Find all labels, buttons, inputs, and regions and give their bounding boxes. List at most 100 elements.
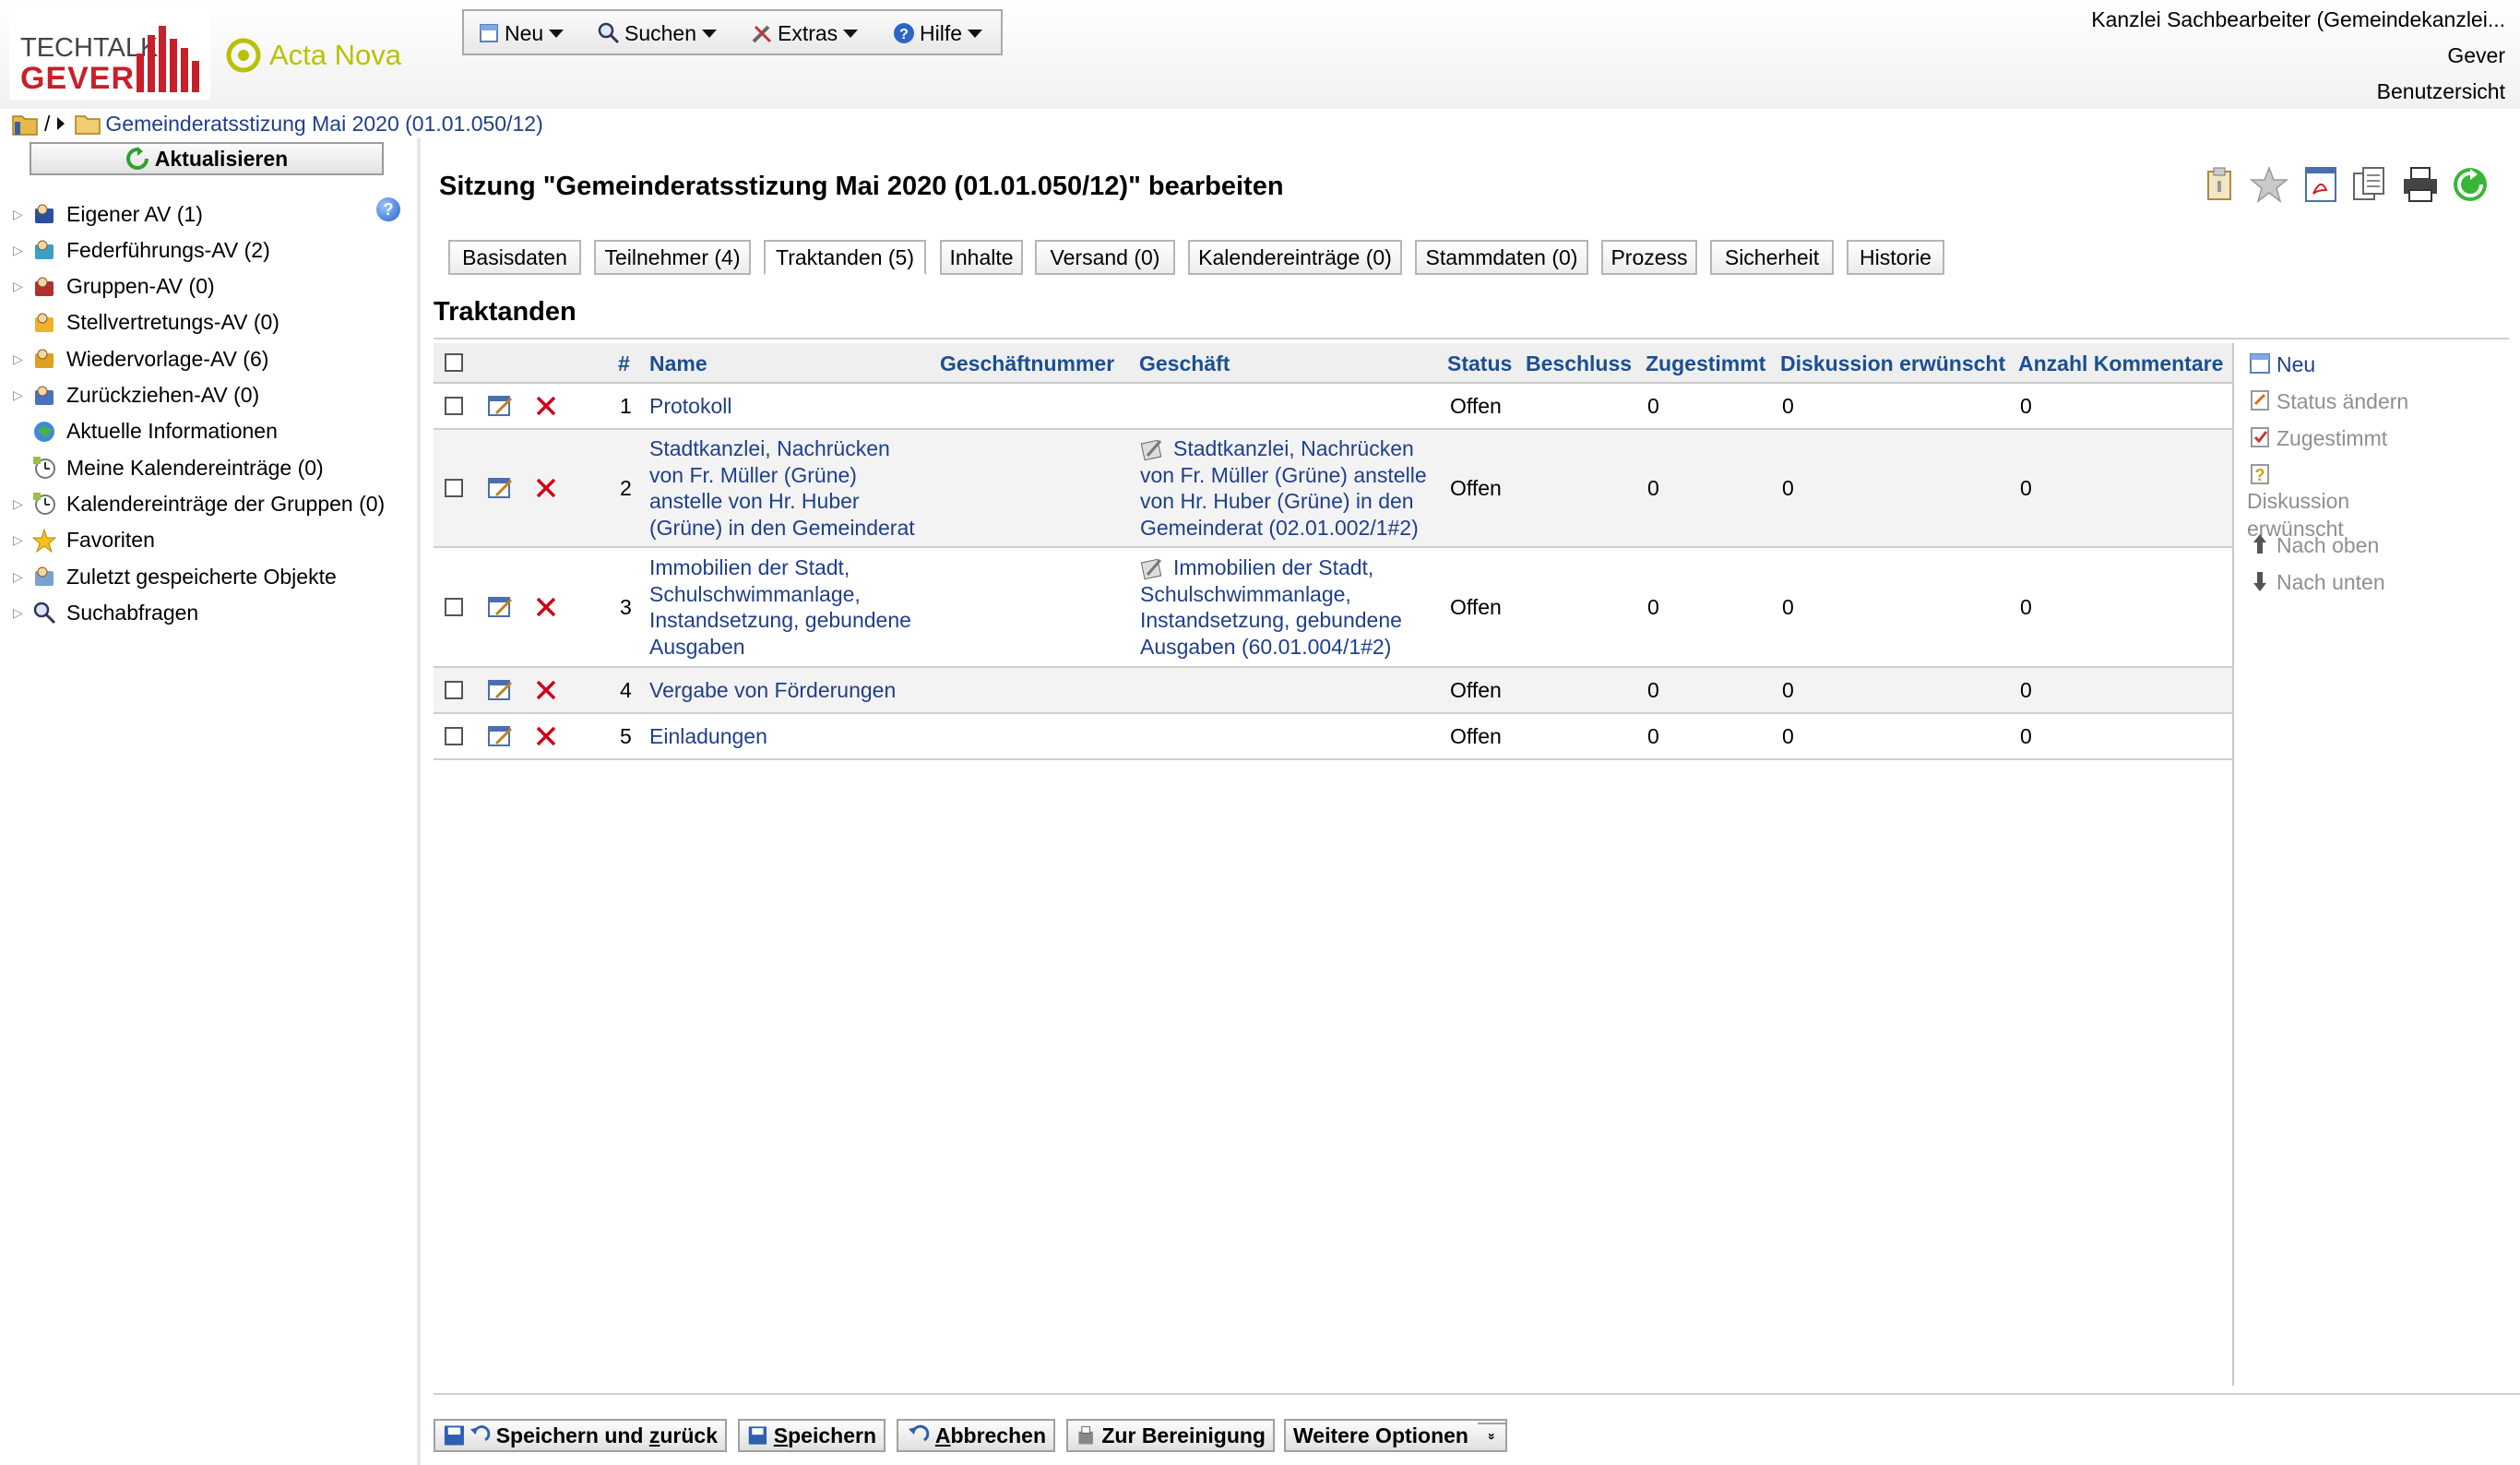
col-status[interactable]: Status [1447, 351, 1512, 376]
tab-historie[interactable]: Historie [1847, 240, 1944, 275]
side-action-6[interactable]: Nach unten [2247, 568, 2385, 596]
print-icon[interactable] [2400, 164, 2441, 205]
save-button[interactable]: Speichern [738, 1419, 886, 1452]
row-checkbox[interactable] [445, 727, 463, 745]
delete-icon[interactable] [533, 723, 559, 749]
sidebar-item-5[interactable]: ▷ Wiedervorlage-AV (6) [13, 344, 268, 374]
dropdown-chevron-icon[interactable]: » [1478, 1423, 1507, 1448]
side-action-4[interactable]: ? Diskussion erwünscht [2247, 461, 2450, 542]
tab-versand[interactable]: Versand (0) [1035, 240, 1175, 275]
edit-icon[interactable] [487, 677, 515, 703]
side-action-2[interactable]: Status ändern [2247, 387, 2408, 415]
edit-icon[interactable] [487, 723, 515, 749]
col-zugestimmt[interactable]: Zugestimmt [1646, 351, 1765, 376]
user-view[interactable]: Benutzersicht [2091, 74, 2505, 110]
expand-toggle-icon[interactable]: ▷ [13, 207, 31, 222]
row-name-link[interactable]: Immobilien der Stadt, Schulschwimmanlage,… [649, 554, 945, 660]
edit-icon[interactable] [487, 475, 515, 501]
expand-toggle-icon[interactable]: ▷ [13, 279, 31, 294]
save-and-back-button[interactable]: Speichern und zurück [434, 1419, 727, 1452]
row-name-link[interactable]: Stadtkanzlei, Nachrücken von Fr. Müller (… [649, 435, 945, 541]
row-checkbox[interactable] [445, 479, 463, 497]
expand-toggle-icon[interactable]: ▷ [13, 569, 31, 585]
row-name-link[interactable]: Einladungen [649, 723, 945, 750]
row-name-link[interactable]: Protokoll [649, 393, 945, 420]
side-action-1[interactable]: Neu [2247, 351, 2315, 378]
expand-toggle-icon[interactable]: ▷ [13, 351, 31, 367]
row-geschaeft-link[interactable]: Immobilien der Stadt, Schulschwimmanlage,… [1140, 554, 1444, 660]
row-geschaeft-link[interactable]: Stadtkanzlei, Nachrücken von Fr. Müller (… [1140, 435, 1444, 541]
delete-icon[interactable] [533, 677, 559, 703]
expand-toggle-icon[interactable]: ▷ [13, 387, 31, 403]
row-diskussion: 0 [1782, 595, 1794, 619]
sidebar-item-9[interactable]: ▷ Kalendereinträge der Gruppen (0) [13, 489, 385, 518]
chevron-down-icon [549, 29, 565, 38]
row-zugestimmt: 0 [1647, 678, 1659, 702]
logo-text-gever: GEVER [20, 61, 136, 96]
row-name-link[interactable]: Vergabe von Förderungen [649, 677, 945, 704]
sidebar-item-1[interactable]: ▷ Eigener AV (1) [13, 199, 203, 229]
tab-inhalte[interactable]: Inhalte [940, 240, 1023, 275]
select-all-checkbox[interactable] [445, 353, 463, 372]
root-folder-icon[interactable] [11, 111, 39, 137]
reload-icon[interactable] [2450, 164, 2490, 205]
sidebar-item-2[interactable]: ▷ Federführungs-AV (2) [13, 235, 270, 265]
refresh-button[interactable]: Aktualisieren [30, 142, 384, 175]
menu-extras[interactable]: Extras [750, 18, 859, 48]
edit-icon[interactable] [487, 393, 515, 419]
expand-toggle-icon[interactable]: ▷ [13, 605, 31, 621]
tab-prozess[interactable]: Prozess [1601, 240, 1697, 275]
col-geschaeft[interactable]: Geschäft [1139, 351, 1230, 376]
expand-toggle-icon[interactable]: ▷ [13, 532, 31, 548]
row-diskussion: 0 [1782, 724, 1794, 748]
tab-kalendereinträge[interactable]: Kalendereinträge (0) [1188, 240, 1402, 275]
sidebar-item-7[interactable]: Aktuelle Informationen [13, 417, 278, 447]
tab-stammdaten[interactable]: Stammdaten (0) [1415, 240, 1588, 275]
side-action-3[interactable]: Zugestimmt [2247, 424, 2387, 452]
expand-toggle-icon[interactable]: ▷ [13, 496, 31, 512]
user-role[interactable]: Kanzlei Sachbearbeiter (Gemeindekanzlei.… [2091, 2, 2505, 38]
sidebar-item-8[interactable]: Meine Kalendereinträge (0) [13, 453, 324, 482]
delete-icon[interactable] [533, 475, 559, 501]
chevron-right-icon[interactable] [55, 116, 66, 131]
col-nr[interactable]: # [618, 351, 630, 376]
sidebar-item-11[interactable]: ▷ Zuletzt gespeicherte Objekte [13, 562, 337, 591]
delete-icon[interactable] [533, 594, 559, 620]
star-icon[interactable] [2249, 164, 2289, 205]
sidebar-splitter[interactable] [417, 138, 421, 1465]
tab-basisdaten[interactable]: Basisdaten [448, 240, 581, 275]
sidebar-help-icon[interactable]: ? [376, 197, 400, 221]
edit-icon[interactable] [487, 594, 515, 620]
row-checkbox[interactable] [445, 598, 463, 616]
tab-teilnehmer[interactable]: Teilnehmer (4) [594, 240, 751, 275]
cleanup-button[interactable]: Zur Bereinigung [1066, 1419, 1275, 1452]
tab-sicherheit[interactable]: Sicherheit [1710, 240, 1834, 275]
pdf-icon[interactable] [2300, 164, 2341, 205]
copy-icon[interactable] [2348, 164, 2389, 205]
menu-hilfe[interactable]: ? Hilfe [892, 18, 983, 48]
col-diskussion[interactable]: Diskussion erwünscht [1780, 351, 2005, 376]
breadcrumb-current[interactable]: Gemeinderatsstizung Mai 2020 (01.01.050/… [105, 112, 542, 137]
more-options-button[interactable]: Weitere Optionen » [1284, 1419, 1507, 1452]
side-action-5[interactable]: Nach oben [2247, 531, 2379, 559]
col-name[interactable]: Name [649, 351, 707, 376]
clipboard-icon[interactable] [2199, 164, 2240, 205]
sidebar-item-12[interactable]: ▷ Suchabfragen [13, 598, 198, 627]
col-kommentare[interactable]: Anzahl Kommentare [2018, 351, 2223, 376]
sidebar-item-10[interactable]: ▷ Favoriten [13, 526, 155, 555]
magnifier-icon [598, 22, 620, 44]
tab-traktanden[interactable]: Traktanden (5) [764, 240, 926, 275]
col-beschluss[interactable]: Beschluss [1526, 351, 1632, 376]
menu-neu[interactable]: Neu [477, 18, 565, 48]
expand-toggle-icon[interactable]: ▷ [13, 243, 31, 258]
row-checkbox[interactable] [445, 681, 463, 699]
col-geschaeftnummer[interactable]: Geschäftnummer [940, 351, 1114, 376]
menu-suchen[interactable]: Suchen [597, 18, 718, 48]
delete-icon[interactable] [533, 393, 559, 419]
sidebar-item-6[interactable]: ▷ Zurückziehen-AV (0) [13, 381, 259, 411]
sidebar-item-4[interactable]: Stellvertretungs-AV (0) [13, 308, 279, 338]
cancel-button[interactable]: Abbrechen [897, 1419, 1055, 1452]
sidebar-item-3[interactable]: ▷ Gruppen-AV (0) [13, 272, 215, 302]
table-row: 1 Protokoll Offen 0 0 0 [434, 384, 2232, 430]
row-checkbox[interactable] [445, 397, 463, 415]
